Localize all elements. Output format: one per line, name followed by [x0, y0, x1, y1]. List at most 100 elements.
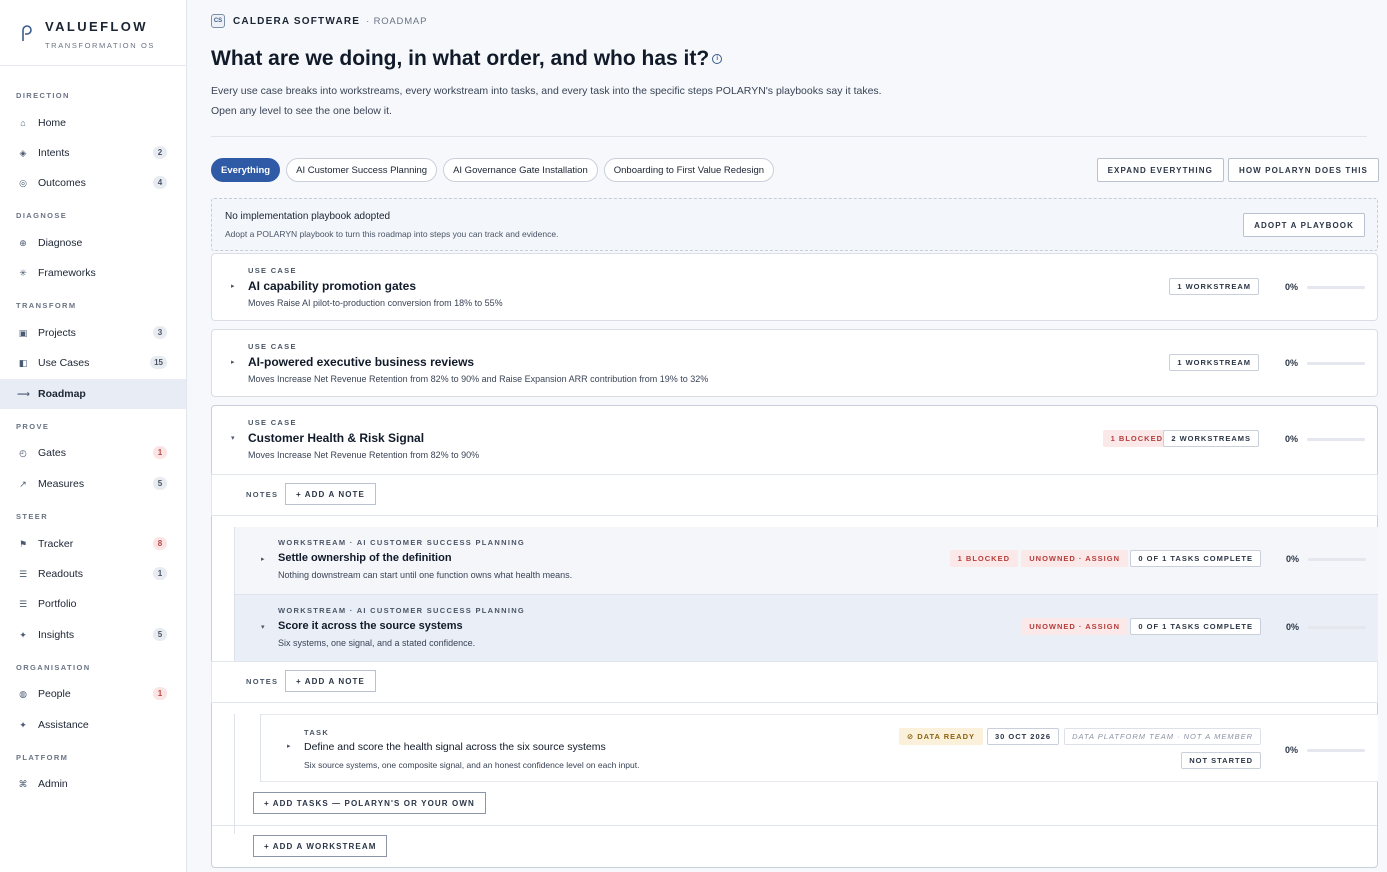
- sidebar-item-label: Measures: [38, 478, 85, 490]
- use-case-label: USE CASE: [248, 342, 297, 351]
- filter-onboarding-redesign[interactable]: Onboarding to First Value Redesign: [603, 158, 775, 182]
- sidebar-item-measures[interactable]: ↗ Measures 5: [0, 469, 186, 499]
- due-date-tag[interactable]: 30 OCT 2026: [986, 728, 1059, 745]
- nav-section-organisation: ORGANISATION: [16, 663, 91, 672]
- sidebar-item-label: Portfolio: [38, 598, 77, 610]
- company-name[interactable]: CALDERA SOFTWARE: [233, 16, 360, 27]
- sidebar-item-projects[interactable]: ▣ Projects 3: [0, 318, 186, 348]
- workstream-row[interactable]: ▸ WORKSTREAM · AI CUSTOMER SUCCESS PLANN…: [234, 527, 1378, 594]
- list-icon: ☰: [18, 568, 28, 579]
- brand-name: VALUEFLOW: [45, 19, 148, 34]
- task-subtitle: Six source systems, one composite signal…: [304, 760, 640, 770]
- sidebar-item-label: Use Cases: [38, 357, 90, 369]
- progress-bar: [1307, 286, 1365, 289]
- sidebar-item-admin[interactable]: ⌘ Admin: [0, 769, 186, 799]
- workstream-title[interactable]: Settle ownership of the definition: [278, 552, 452, 564]
- target-icon: ◎: [19, 177, 27, 188]
- asterisk-icon: ✳: [19, 267, 27, 278]
- data-ready-tag: ⊘ DATA READY: [898, 728, 983, 745]
- use-case-label: USE CASE: [248, 418, 297, 427]
- caret-right-icon[interactable]: ▸: [261, 555, 265, 563]
- nav-badge: 2: [153, 146, 167, 159]
- company-badge: CS: [211, 14, 225, 28]
- breadcrumb: CS CALDERA SOFTWARE · ROADMAP: [211, 14, 427, 28]
- sidebar-item-frameworks[interactable]: ✳ Frameworks: [0, 258, 186, 288]
- sidebar-item-diagnose[interactable]: ⊕ Diagnose: [0, 228, 186, 258]
- notes-label: NOTES: [246, 490, 279, 499]
- sparkle-icon: ✦: [19, 719, 27, 730]
- caret-right-icon[interactable]: ▸: [231, 358, 235, 366]
- sidebar-item-label: Diagnose: [38, 237, 83, 249]
- playbook-banner: No implementation playbook adopted Adopt…: [211, 198, 1378, 251]
- use-case-title[interactable]: Customer Health & Risk Signal: [248, 431, 424, 445]
- progress-percent: 0%: [1286, 622, 1300, 632]
- sidebar-item-label: Projects: [38, 327, 76, 339]
- sidebar-item-assistance[interactable]: ✦ Assistance: [0, 710, 186, 740]
- sidebar-item-label: Insights: [38, 629, 75, 641]
- filter-ai-customer-success-planning[interactable]: AI Customer Success Planning: [286, 158, 438, 182]
- caret-down-icon[interactable]: ▾: [231, 434, 235, 442]
- status-tag[interactable]: NOT STARTED: [1181, 752, 1261, 769]
- sidebar-item-readouts[interactable]: ☰ Readouts 1: [0, 559, 186, 589]
- add-workstream-button[interactable]: + ADD A WORKSTREAM: [253, 835, 388, 857]
- workstreams-tag: 1 WORKSTREAM: [1169, 278, 1259, 295]
- use-case-title[interactable]: AI-powered executive business reviews: [248, 355, 474, 369]
- expand-everything-button[interactable]: EXPAND EVERYTHING: [1096, 158, 1224, 182]
- progress-percent: 0%: [1286, 554, 1300, 564]
- progress-percent: 0%: [1285, 745, 1299, 755]
- valueflow-logo-icon: [22, 25, 32, 41]
- sidebar-item-people[interactable]: ◍ People 1: [0, 679, 186, 709]
- caret-right-icon[interactable]: ▸: [287, 742, 291, 750]
- team-tag[interactable]: DATA PLATFORM TEAM · NOT A MEMBER: [1064, 728, 1261, 745]
- workstreams-tag: 2 WORKSTREAMS: [1163, 430, 1259, 447]
- how-polaryn-button[interactable]: HOW POLARYN DOES THIS: [1227, 158, 1379, 182]
- caret-down-icon[interactable]: ▾: [261, 623, 265, 631]
- header-actions: EXPAND EVERYTHING HOW POLARYN DOES THIS: [1096, 158, 1379, 182]
- playbook-subtitle: Adopt a POLARYN playbook to turn this ro…: [225, 229, 559, 239]
- sidebar-item-outcomes[interactable]: ◎ Outcomes 4: [0, 168, 186, 198]
- add-note-button[interactable]: + ADD A NOTE: [285, 670, 376, 692]
- info-icon[interactable]: i: [712, 54, 723, 65]
- sidebar-item-intents[interactable]: ◈ Intents 2: [0, 138, 186, 168]
- assign-owner-tag[interactable]: UNOWNED · ASSIGN: [1021, 618, 1128, 635]
- workstream-subtitle: Nothing downstream can start until one f…: [278, 570, 573, 580]
- tasks-complete-tag: 0 OF 1 TASKS COMPLETE: [1130, 618, 1261, 635]
- task-title[interactable]: Define and score the health signal acros…: [304, 741, 606, 753]
- blocked-tag: 1 BLOCKED: [1102, 430, 1171, 447]
- task-row[interactable]: ▸ TASK Define and score the health signa…: [261, 714, 1378, 782]
- adopt-playbook-button[interactable]: ADOPT A PLAYBOOK: [1243, 213, 1365, 237]
- sidebar-item-home[interactable]: ⌂ Home: [0, 108, 186, 138]
- nav-badge: 15: [150, 356, 167, 369]
- blocked-tag: 1 BLOCKED: [949, 550, 1018, 567]
- sidebar-item-gates[interactable]: ◴ Gates 1: [0, 438, 186, 468]
- workstream-row[interactable]: ▾ WORKSTREAM · AI CUSTOMER SUCCESS PLANN…: [234, 594, 1378, 661]
- add-tasks-button[interactable]: + ADD TASKS — POLARYN'S OR YOUR OWN: [253, 792, 486, 814]
- trend-icon: ↗: [19, 478, 27, 489]
- project-icon: ▣: [18, 327, 28, 338]
- assign-owner-tag[interactable]: UNOWNED · ASSIGN: [1021, 550, 1128, 567]
- use-case-title[interactable]: AI capability promotion gates: [248, 279, 416, 293]
- caret-right-icon[interactable]: ▸: [231, 282, 235, 290]
- nav-section-direction: DIRECTION: [16, 91, 70, 100]
- use-case-card[interactable]: ▸ USE CASE AI-powered executive business…: [211, 329, 1378, 397]
- nav-section-platform: PLATFORM: [16, 753, 69, 762]
- sidebar-item-roadmap[interactable]: ⟶ Roadmap: [0, 379, 186, 409]
- brand-subtitle: TRANSFORMATION OS: [45, 41, 155, 50]
- gauge-icon: ◴: [19, 447, 27, 458]
- notes-row: NOTES + ADD A NOTE: [211, 474, 1378, 516]
- data-ready-text: DATA READY: [917, 732, 975, 741]
- workstream-title[interactable]: Score it across the source systems: [278, 620, 463, 632]
- sidebar-item-label: Roadmap: [38, 388, 86, 400]
- sidebar-item-insights[interactable]: ✦ Insights 5: [0, 620, 186, 650]
- add-note-button[interactable]: + ADD A NOTE: [285, 483, 376, 505]
- sidebar-item-use-cases[interactable]: ◧ Use Cases 15: [0, 348, 186, 378]
- people-icon: ◍: [19, 688, 27, 699]
- use-case-subtitle: Moves Increase Net Revenue Retention fro…: [248, 374, 709, 384]
- filter-ai-governance-gate-installation[interactable]: AI Governance Gate Installation: [443, 158, 598, 182]
- use-case-card[interactable]: ▸ USE CASE AI capability promotion gates…: [211, 253, 1378, 321]
- filter-everything[interactable]: Everything: [211, 158, 281, 182]
- sidebar-item-portfolio[interactable]: ☰ Portfolio: [0, 589, 186, 619]
- sidebar-item-tracker[interactable]: ⚑ Tracker 8: [0, 529, 186, 559]
- breadcrumb-roadmap: · ROADMAP: [366, 15, 428, 27]
- nav-section-prove: PROVE: [16, 422, 50, 431]
